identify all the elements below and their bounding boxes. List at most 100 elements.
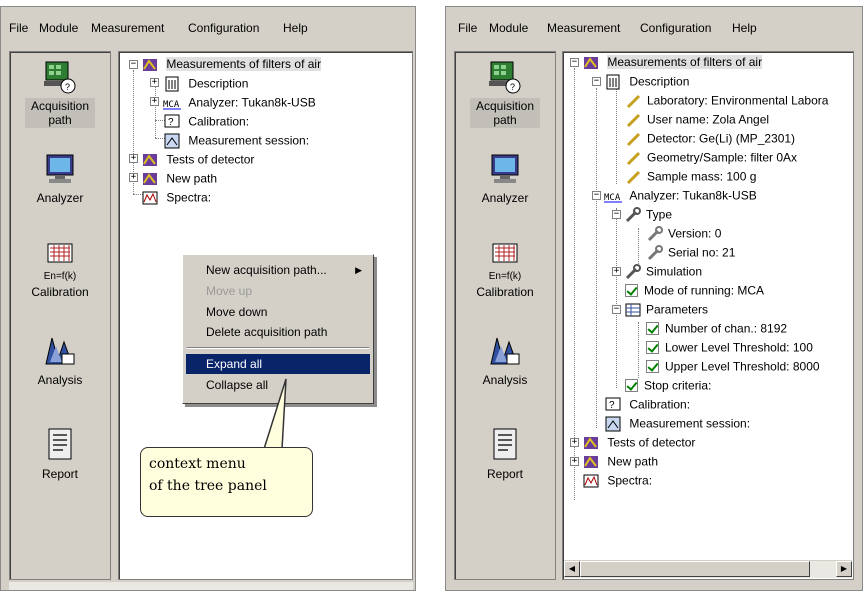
- scroll-thumb[interactable]: [580, 561, 810, 577]
- tool-analyzer[interactable]: Analyzer: [10, 152, 110, 206]
- menu-item-move-down[interactable]: Move down: [186, 302, 370, 322]
- tree-node-root[interactable]: Measurements of filters of air: [582, 53, 763, 72]
- tool-label: Report: [486, 467, 524, 481]
- tool-acquisition-path[interactable]: ? Acquisition path: [10, 60, 110, 128]
- tree-node-version[interactable]: Version: 0: [646, 224, 721, 243]
- pencil-icon: [626, 113, 641, 127]
- calibration-icon: [47, 243, 73, 263]
- tree-node-geometry[interactable]: Geometry/Sample: filter 0Ax: [625, 148, 797, 167]
- tree-panel[interactable]: − Measurements of filters of air − Descr…: [562, 51, 854, 580]
- menu-configuration[interactable]: Configuration: [640, 21, 711, 35]
- tree-node-tests[interactable]: Tests of detector: [582, 433, 695, 452]
- scroll-left-icon[interactable]: ◀: [564, 561, 580, 577]
- tree-node-parameters[interactable]: Parameters: [624, 300, 708, 319]
- tree-node-spectra[interactable]: Spectra:: [582, 471, 652, 490]
- tool-analysis[interactable]: Analysis: [455, 332, 555, 388]
- expand-toggle[interactable]: +: [570, 457, 579, 466]
- tool-acquisition-path[interactable]: ? Acquisition path: [455, 60, 555, 128]
- measurement-icon: [143, 153, 157, 166]
- tree-node-laboratory[interactable]: Laboratory: Environmental Labora: [625, 91, 828, 110]
- menu-module[interactable]: Module: [489, 21, 528, 35]
- checkbox[interactable]: [625, 379, 638, 393]
- tree-node-sample-mass[interactable]: Sample mass: 100 g: [625, 167, 756, 186]
- tree-node-description[interactable]: Description: [163, 74, 248, 93]
- menu-help[interactable]: Help: [732, 21, 757, 35]
- tree-node-simulation[interactable]: Simulation: [624, 262, 702, 281]
- pencil-icon: [626, 132, 641, 146]
- tree-node-tests[interactable]: Tests of detector: [141, 150, 254, 169]
- mca-icon: MCA: [604, 193, 622, 203]
- parameters-icon: [625, 303, 641, 317]
- tool-calibration[interactable]: En=f(k) Calibration: [10, 242, 110, 300]
- menu-item-new-acquisition-path[interactable]: New acquisition path... ▶: [186, 260, 370, 280]
- spectra-icon: [583, 474, 599, 488]
- expand-toggle[interactable]: +: [570, 438, 579, 447]
- submenu-arrow-icon: ▶: [355, 265, 362, 275]
- tree-node-calibration[interactable]: ? Calibration:: [163, 112, 249, 131]
- menu-module[interactable]: Module: [39, 21, 78, 35]
- svg-text:?: ?: [65, 82, 70, 92]
- menu-file[interactable]: File: [9, 21, 28, 35]
- tree-node-new-path[interactable]: New path: [141, 169, 217, 188]
- tree-node-type[interactable]: Type: [624, 205, 672, 224]
- tool-calibration[interactable]: En=f(k) Calibration: [455, 242, 555, 300]
- menu-help[interactable]: Help: [283, 21, 308, 35]
- tree-node-lower-threshold[interactable]: Lower Level Threshold: 100: [646, 338, 813, 357]
- tree-node-root[interactable]: Measurements of filters of air: [141, 55, 322, 74]
- measurement-icon: [143, 58, 157, 71]
- horizontal-scrollbar[interactable]: ◀ ▶: [564, 560, 852, 578]
- analyzer-icon: [491, 154, 519, 183]
- menu-measurement[interactable]: Measurement: [91, 21, 164, 35]
- menu-item-delete-acquisition-path[interactable]: Delete acquisition path: [186, 322, 370, 342]
- checkbox[interactable]: [625, 284, 638, 298]
- tree-node-mode[interactable]: Mode of running: MCA: [625, 281, 764, 300]
- tree-node-session[interactable]: Measurement session:: [604, 414, 750, 433]
- checkbox[interactable]: [646, 341, 659, 355]
- tree-node-serial[interactable]: Serial no: 21: [646, 243, 735, 262]
- expand-toggle[interactable]: +: [612, 267, 621, 276]
- menu-measurement[interactable]: Measurement: [547, 21, 620, 35]
- collapse-toggle[interactable]: −: [612, 305, 621, 314]
- tree-node-new-path[interactable]: New path: [582, 452, 658, 471]
- tree-node-calibration[interactable]: ? Calibration:: [604, 395, 690, 414]
- tool-label: Acquisition path: [470, 98, 540, 128]
- tree-node-user-name[interactable]: User name: Zola Angel: [625, 110, 769, 129]
- tool-report[interactable]: Report: [455, 426, 555, 482]
- checkbox[interactable]: [646, 322, 659, 336]
- collapse-toggle[interactable]: −: [592, 77, 601, 86]
- tree-node-channels[interactable]: Number of chan.: 8192: [646, 319, 787, 338]
- tool-label: Analyzer: [36, 191, 84, 205]
- toolbar-sidebar: ? Acquisition path Analyzer En=f(k) Cali…: [9, 51, 111, 580]
- menu-file[interactable]: File: [458, 21, 477, 35]
- expand-toggle[interactable]: +: [150, 97, 159, 106]
- tool-report[interactable]: Report: [10, 426, 110, 482]
- tool-analysis[interactable]: Analysis: [10, 332, 110, 388]
- expand-toggle[interactable]: +: [129, 154, 138, 163]
- menu-configuration[interactable]: Configuration: [188, 21, 259, 35]
- menu-item-expand-all[interactable]: Expand all: [186, 354, 370, 374]
- collapse-toggle[interactable]: −: [129, 60, 138, 69]
- checkbox[interactable]: [646, 360, 659, 374]
- scroll-right-icon[interactable]: ▶: [836, 561, 852, 577]
- acquisition-path-icon: ?: [44, 61, 76, 94]
- tree-node-stop-criteria[interactable]: Stop criteria:: [625, 376, 711, 395]
- collapse-toggle[interactable]: −: [612, 210, 621, 219]
- tree-node-spectra[interactable]: Spectra:: [141, 188, 211, 207]
- tool-analyzer[interactable]: Analyzer: [455, 152, 555, 206]
- tool-label: Report: [41, 467, 79, 481]
- menu-separator: [187, 347, 369, 349]
- svg-text:?: ?: [510, 82, 515, 92]
- tree-node-analyzer[interactable]: MCA Analyzer: Tukan8k-USB: [604, 186, 757, 205]
- collapse-toggle[interactable]: −: [570, 58, 579, 67]
- tool-label: Analyzer: [481, 191, 529, 205]
- expand-toggle[interactable]: +: [129, 173, 138, 182]
- collapse-toggle[interactable]: −: [592, 191, 601, 200]
- expand-toggle[interactable]: +: [150, 78, 159, 87]
- tree-node-analyzer[interactable]: MCA Analyzer: Tukan8k-USB: [163, 93, 316, 112]
- tree-node-detector[interactable]: Detector: Ge(Li) (MP_2301): [625, 129, 795, 148]
- tree-node-description[interactable]: Description: [604, 72, 689, 91]
- calibration-node-icon: ?: [164, 114, 180, 128]
- tree-node-session[interactable]: Measurement session:: [163, 131, 309, 150]
- measurement-icon: [584, 56, 598, 69]
- tree-node-upper-threshold[interactable]: Upper Level Threshold: 8000: [646, 357, 820, 376]
